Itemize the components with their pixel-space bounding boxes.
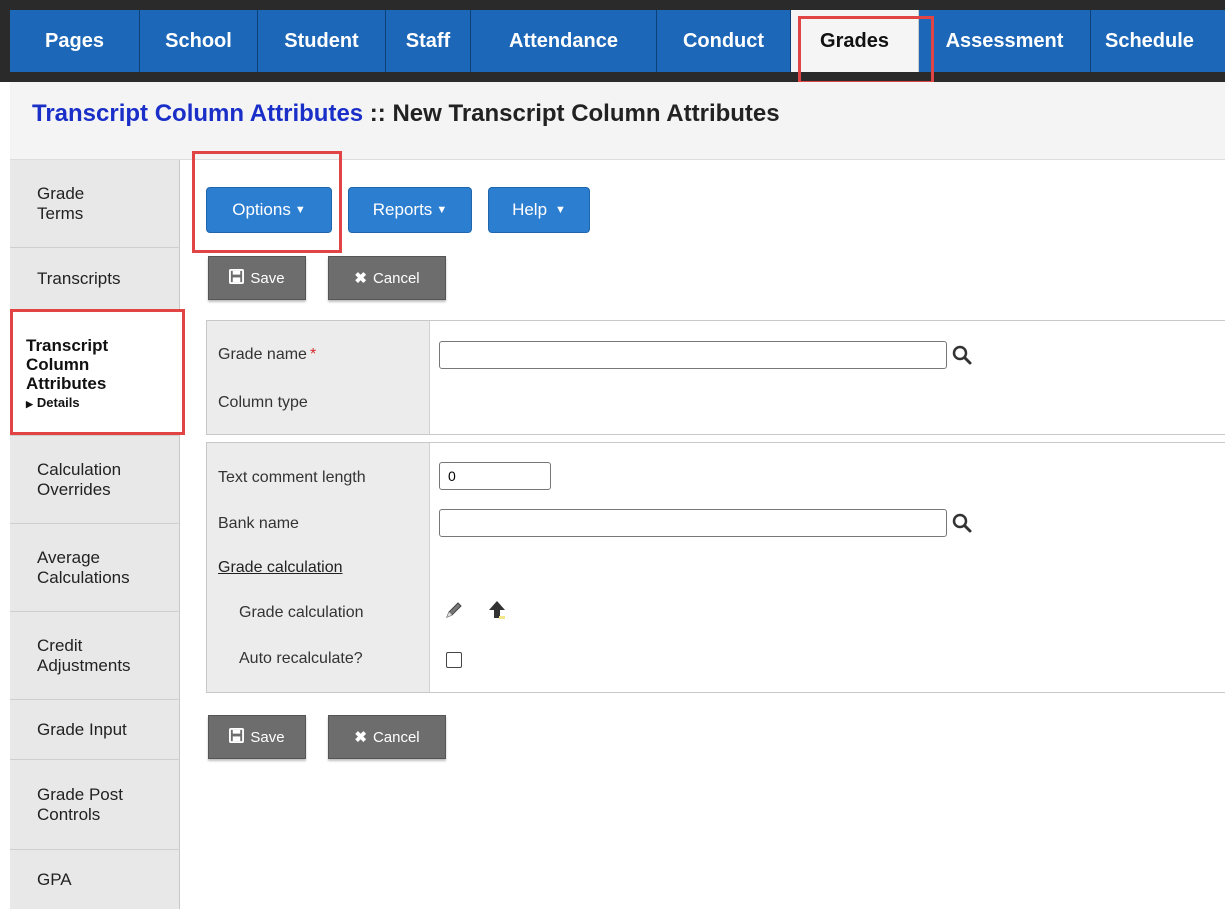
tab-assessment[interactable]: Assessment (919, 10, 1091, 72)
grade-name-input[interactable] (439, 341, 947, 369)
nav-tab-strip: Pages School Student Staff Attendance Co… (10, 10, 1225, 72)
grade-calculation-panel: Text comment length Bank name Grade calc… (206, 442, 1225, 693)
pencil-icon[interactable] (443, 599, 465, 621)
help-label: Help (512, 200, 548, 219)
side-tab-label: Credit Adjustments (37, 635, 131, 675)
side-tab-gpa[interactable]: GPA (10, 850, 180, 909)
auto-recalculate-label: Auto recalculate? (239, 650, 363, 667)
save-button-top[interactable]: Save (208, 256, 306, 300)
page-title-bar: Transcript Column Attributes :: New Tran… (10, 82, 1225, 160)
side-tab-transcripts[interactable]: Transcripts (10, 248, 180, 310)
side-tab-transcript-column-attributes[interactable]: Transcript Column Attributes ▶ Details (10, 310, 180, 436)
x-icon: ✖ (354, 729, 367, 746)
text-comment-length-label: Text comment length (218, 469, 366, 486)
tab-pages[interactable]: Pages (10, 10, 140, 72)
floppy-disk-icon (229, 268, 245, 288)
side-tab-label: Grade Input (37, 719, 127, 739)
required-asterisk: * (309, 346, 317, 363)
side-subtab-label: Details (36, 394, 80, 410)
side-tab-label: Average Calculations (37, 547, 130, 587)
side-tab-label: Calculation Overrides (37, 459, 122, 499)
bank-name-label: Bank name (218, 515, 299, 532)
text-comment-length-input[interactable] (439, 462, 551, 490)
tab-schedule[interactable]: Schedule (1091, 10, 1225, 72)
search-icon[interactable] (951, 512, 973, 534)
cancel-label: Cancel (372, 728, 420, 746)
x-icon: ✖ (354, 270, 367, 287)
column-type-label: Column type (218, 394, 308, 411)
search-icon[interactable] (951, 344, 973, 366)
breadcrumb-link[interactable]: Transcript Column Attributes (32, 100, 363, 127)
cancel-button-top[interactable]: ✖ Cancel (328, 256, 446, 300)
side-tab-label: Transcript Column Attributes (26, 335, 109, 393)
breadcrumb-separator: :: (363, 100, 393, 127)
side-tab-label: Grade Post Controls (37, 784, 123, 824)
reports-label: Reports (372, 200, 433, 219)
tab-school[interactable]: School (140, 10, 258, 72)
side-tab-label: Transcripts (37, 268, 121, 288)
side-tab-grade-post-controls[interactable]: Grade Post Controls (10, 760, 180, 850)
label-column (207, 321, 430, 434)
side-tab-grade-terms[interactable]: Grade Terms (10, 160, 180, 248)
grade-calculation-section-header: Grade calculation (218, 559, 343, 576)
floppy-disk-icon (229, 727, 245, 747)
side-tab-calculation-overrides[interactable]: Calculation Overrides (10, 436, 180, 524)
options-label: Options (232, 200, 291, 219)
top-nav-bar: Pages School Student Staff Attendance Co… (0, 0, 1225, 82)
reports-menu-button[interactable]: Reports ▼ (348, 187, 472, 233)
tab-conduct[interactable]: Conduct (657, 10, 791, 72)
side-tab-credit-adjustments[interactable]: Credit Adjustments (10, 612, 180, 700)
page-title: Transcript Column Attributes :: New Tran… (32, 100, 780, 128)
save-label: Save (250, 728, 285, 746)
side-tab-average-calculations[interactable]: Average Calculations (10, 524, 180, 612)
side-subtab-details[interactable]: ▶ Details (26, 395, 180, 410)
side-tabs: Grade Terms Transcripts Transcript Colum… (10, 160, 180, 909)
grade-name-label: Grade name * (218, 346, 317, 363)
triangle-right-icon: ▶ (26, 398, 33, 409)
side-tab-label: GPA (37, 869, 72, 889)
side-tab-label: Grade Terms (37, 183, 85, 223)
grade-calculation-label: Grade calculation (239, 604, 364, 621)
grade-name-panel: Grade name * Column type (206, 320, 1225, 435)
cancel-label: Cancel (372, 269, 420, 287)
caret-down-icon: ▼ (436, 204, 448, 216)
help-menu-button[interactable]: Help ▼ (488, 187, 590, 233)
save-button-bottom[interactable]: Save (208, 715, 306, 759)
options-menu-button[interactable]: Options ▼ (206, 187, 332, 233)
bank-name-input[interactable] (439, 509, 947, 537)
side-tab-grade-input[interactable]: Grade Input (10, 700, 180, 760)
tab-staff[interactable]: Staff (386, 10, 471, 72)
caret-down-icon: ▼ (294, 204, 306, 216)
cancel-button-bottom[interactable]: ✖ Cancel (328, 715, 446, 759)
save-label: Save (250, 269, 285, 287)
arrow-up-icon[interactable] (486, 599, 508, 621)
caret-down-icon: ▼ (555, 204, 566, 216)
tab-student[interactable]: Student (258, 10, 386, 72)
tab-attendance[interactable]: Attendance (471, 10, 657, 72)
breadcrumb-current: New Transcript Column Attributes (392, 100, 780, 127)
auto-recalculate-checkbox[interactable] (446, 652, 462, 668)
tab-grades[interactable]: Grades (791, 10, 919, 72)
